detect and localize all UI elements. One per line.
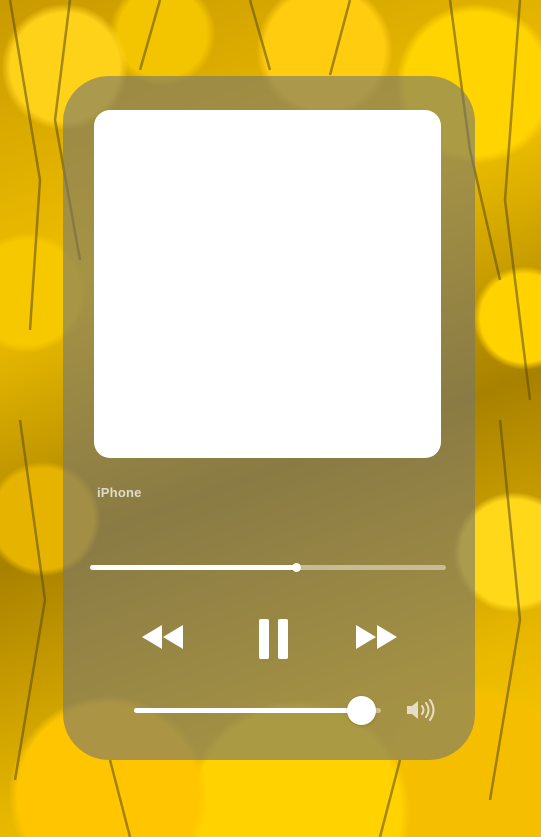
fast-forward-icon	[356, 625, 397, 649]
playback-progress-knob[interactable]	[292, 563, 302, 572]
volume-knob[interactable]	[347, 696, 377, 725]
speaker-volume-icon	[406, 699, 438, 726]
album-artwork	[94, 110, 441, 458]
volume-fill	[134, 708, 362, 713]
fast-forward-button[interactable]	[355, 624, 397, 650]
output-device-label: iPhone	[97, 485, 142, 500]
pause-icon	[259, 619, 288, 659]
now-playing-widget: iPhone	[63, 76, 475, 760]
rewind-button[interactable]	[142, 624, 184, 650]
playback-progress-fill	[90, 565, 297, 570]
playback-progress-slider[interactable]	[90, 563, 446, 572]
pause-button[interactable]	[258, 619, 290, 659]
volume-slider[interactable]	[134, 696, 381, 725]
rewind-icon	[142, 625, 183, 649]
